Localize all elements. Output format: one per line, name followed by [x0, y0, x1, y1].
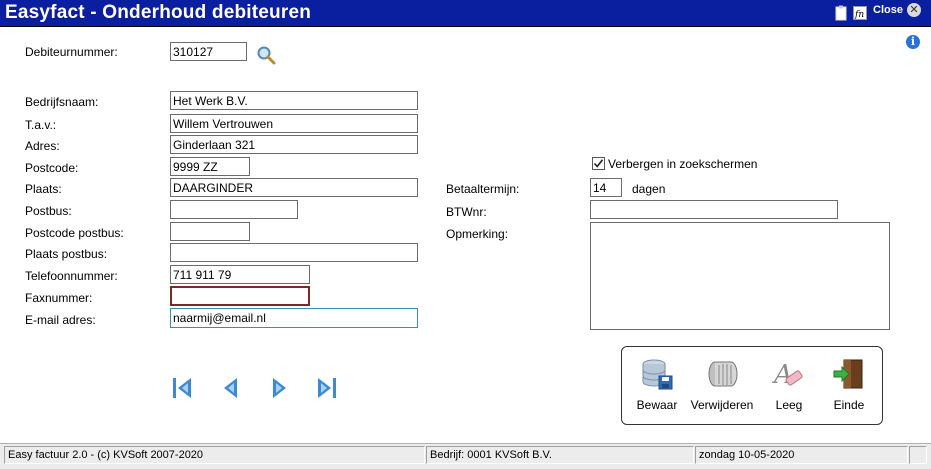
last-record-icon[interactable] [316, 376, 338, 400]
checkmark-icon [593, 159, 604, 168]
status-app: Easy factuur 2.0 - (c) KVSoft 2007-2020 [4, 446, 425, 464]
postcode-postbus-label: Postcode postbus: [25, 226, 124, 240]
telefoonnummer-input[interactable] [170, 265, 310, 284]
verbergen-label: Verbergen in zoekschermen [608, 157, 758, 171]
clipboard-icon[interactable] [834, 5, 848, 21]
search-icon[interactable] [256, 45, 276, 65]
plaats-postbus-input[interactable] [170, 243, 418, 262]
email-label: E-mail adres: [25, 313, 96, 327]
close-button[interactable]: Close [873, 4, 903, 16]
plaats-label: Plaats: [25, 182, 62, 196]
betaaltermijn-label: Betaaltermijn: [446, 182, 520, 196]
postcode-input[interactable] [170, 157, 250, 176]
bedrijfsnaam-label: Bedrijfsnaam: [25, 95, 99, 109]
bedrijfsnaam-input[interactable] [170, 91, 418, 110]
close-icon[interactable]: ✕ [907, 3, 921, 17]
exit-label: Einde [833, 398, 865, 412]
btwnr-label: BTWnr: [446, 205, 487, 219]
previous-record-icon[interactable] [220, 376, 242, 400]
faxnummer-input[interactable] [170, 286, 310, 306]
adres-input[interactable] [170, 135, 418, 154]
action-toolbar: Bewaar Verwijderen A Leeg Einde [621, 346, 883, 425]
clear-label: Leeg [775, 398, 803, 412]
exit-door-icon [833, 359, 863, 389]
shredder-icon [708, 361, 738, 387]
next-record-icon[interactable] [268, 376, 290, 400]
betaaltermijn-input[interactable] [590, 178, 622, 197]
info-icon[interactable]: i [906, 35, 920, 49]
debiteurnummer-label: Debiteurnummer: [25, 45, 118, 59]
plaats-postbus-label: Plaats postbus: [25, 247, 108, 261]
window-title: Easyfact - Onderhoud debiteuren [5, 2, 312, 23]
adres-label: Adres: [25, 139, 60, 153]
status-empty [909, 446, 927, 464]
plaats-input[interactable] [170, 178, 418, 197]
btwnr-input[interactable] [590, 200, 838, 219]
first-record-icon[interactable] [171, 376, 193, 400]
status-company: Bedrijf: 0001 KVSoft B.V. [426, 446, 694, 464]
betaaltermijn-unit: dagen [632, 182, 666, 196]
database-save-icon [642, 359, 673, 390]
verbergen-checkbox[interactable] [592, 157, 605, 170]
email-input[interactable] [170, 308, 418, 328]
delete-label: Verwijderen [690, 398, 754, 412]
exit-button[interactable]: Einde [816, 357, 882, 417]
status-bar: Easy factuur 2.0 - (c) KVSoft 2007-2020 … [0, 443, 931, 469]
postbus-label: Postbus: [25, 204, 72, 218]
opmerking-textarea[interactable] [590, 222, 890, 330]
tav-input[interactable] [170, 114, 418, 133]
eraser-icon: A [772, 360, 803, 390]
save-button[interactable]: Bewaar [624, 357, 690, 417]
title-bar: Easyfact - Onderhoud debiteuren fn Close… [0, 0, 931, 27]
postcode-label: Postcode: [25, 161, 79, 175]
clear-button[interactable]: A Leeg [756, 357, 822, 417]
telefoonnummer-label: Telefoonnummer: [25, 269, 118, 283]
status-date: zondag 10-05-2020 [695, 446, 908, 464]
postbus-input[interactable] [170, 200, 298, 219]
save-label: Bewaar [636, 398, 678, 412]
svg-text:fn: fn [854, 10, 864, 20]
faxnummer-label: Faxnummer: [25, 291, 93, 305]
debiteurnummer-input[interactable] [170, 42, 247, 61]
function-icon[interactable]: fn [853, 5, 867, 21]
postcode-postbus-input[interactable] [170, 222, 250, 241]
delete-button[interactable]: Verwijderen [688, 357, 756, 417]
opmerking-label: Opmerking: [446, 227, 509, 241]
tav-label: T.a.v.: [25, 118, 57, 132]
